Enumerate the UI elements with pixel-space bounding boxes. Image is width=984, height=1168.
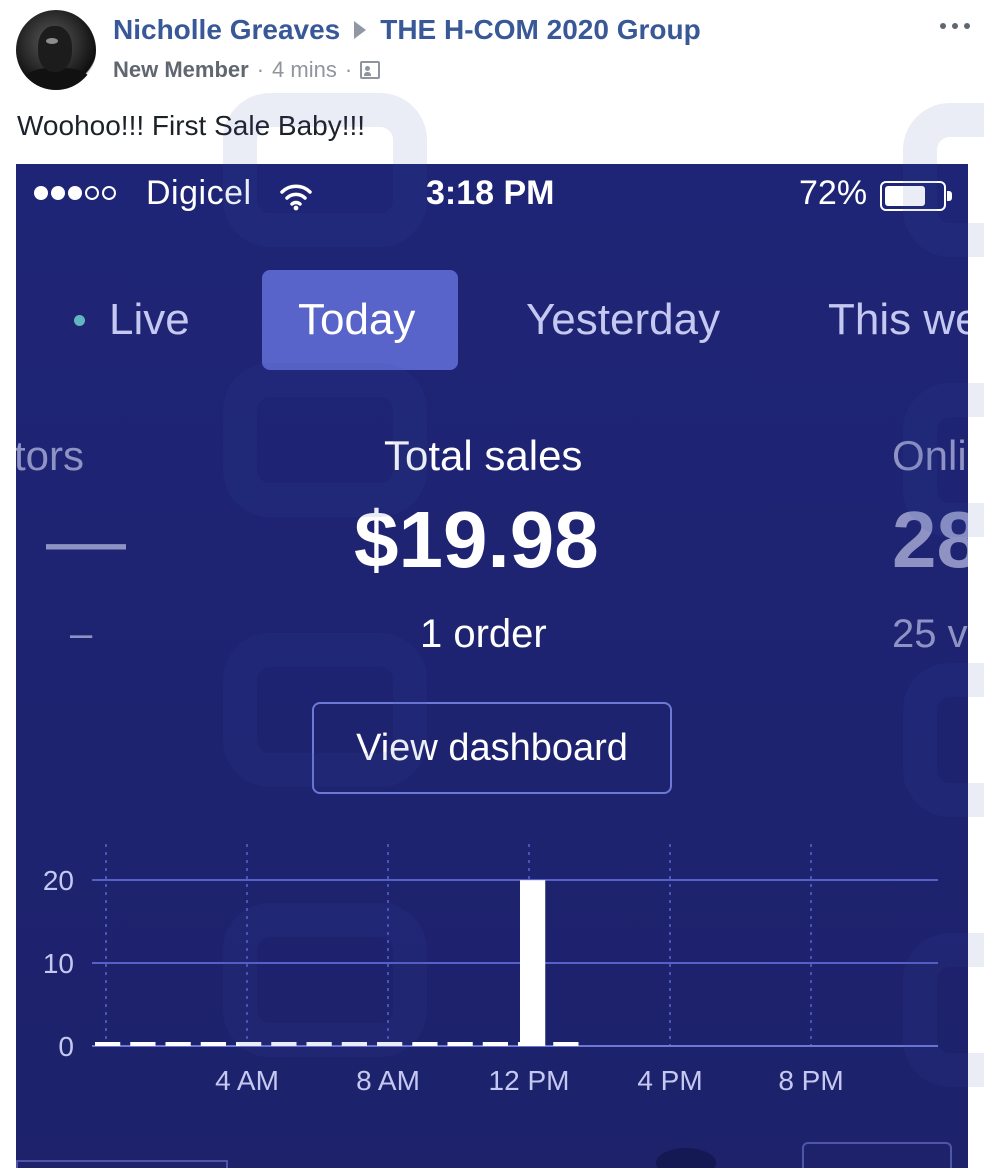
tab-today[interactable]: Today <box>262 270 458 370</box>
view-dashboard-button[interactable]: View dashboard <box>312 702 672 794</box>
online-title: Onli <box>892 432 967 479</box>
orders-count: 1 order <box>420 612 547 656</box>
more-icon[interactable] <box>940 16 970 36</box>
chart-y-tick-label: 20 <box>43 865 74 896</box>
post-text: Woohoo!!! First Sale Baby!!! <box>17 110 366 141</box>
tab-live[interactable]: Live <box>74 270 190 370</box>
visitors-sub: – <box>70 612 93 656</box>
chart-x-tick-label: 8 PM <box>778 1065 843 1096</box>
avatar[interactable] <box>16 10 96 90</box>
author-name-link[interactable]: Nicholle Greaves <box>113 14 340 46</box>
tab-this-week[interactable]: This we <box>828 270 968 370</box>
member-badge: New Member <box>113 57 249 82</box>
chart-x-tick-label: 8 AM <box>356 1065 420 1096</box>
battery-icon <box>880 181 952 211</box>
chart-x-tick-label: 12 PM <box>489 1065 570 1096</box>
total-sales-value: $19.98 <box>354 495 599 584</box>
post-image[interactable]: Digicel 3:18 PM 72% Live Today Yesterday… <box>16 164 968 1168</box>
battery-percent: 72% <box>799 174 868 212</box>
visitors-title: tors <box>16 432 85 479</box>
group-name-link[interactable]: THE H-COM 2020 Group <box>380 14 700 46</box>
tab-yesterday[interactable]: Yesterday <box>526 270 720 370</box>
signal-strength-icon <box>34 186 116 200</box>
separator: · <box>344 57 353 82</box>
total-sales-title: Total sales <box>384 432 583 479</box>
online-sub: 25 v <box>892 612 968 656</box>
post-meta: New Member · 4 mins · <box>113 56 381 84</box>
post-timestamp[interactable]: 4 mins <box>272 57 337 83</box>
sales-chart: 20 10 0 4 AM 8 AM 12 PM 4 PM 8 PM <box>16 824 968 1168</box>
online-value: 28 <box>892 495 968 584</box>
live-dot-icon <box>74 314 85 326</box>
carrier-name: Digicel <box>146 174 252 212</box>
tab-label: This we <box>828 295 968 344</box>
sales-chart-svg: 20 10 0 4 AM 8 AM 12 PM 4 PM 8 PM <box>43 844 938 1096</box>
author-line: Nicholle Greaves THE H-COM 2020 Group <box>113 12 701 48</box>
chart-y-tick-label: 0 <box>58 1031 74 1062</box>
date-range-tabs: Live Today Yesterday This we <box>16 270 968 370</box>
status-time: 3:18 PM <box>426 174 555 212</box>
audience-icon[interactable] <box>360 61 381 79</box>
tab-label: Live <box>109 295 190 344</box>
visitors-value: — <box>46 495 126 584</box>
tab-label: Today <box>298 295 416 344</box>
wifi-icon <box>280 184 312 211</box>
separator: · <box>256 57 265 82</box>
chart-y-tick-label: 10 <box>43 948 74 979</box>
chart-x-tick-label: 4 PM <box>637 1065 702 1096</box>
post-header: Nicholle Greaves THE H-COM 2020 Group Ne… <box>0 0 984 100</box>
status-bar: Digicel 3:18 PM 72% <box>16 164 968 224</box>
chart-bar <box>520 880 546 1046</box>
chevron-right-icon <box>354 21 367 39</box>
tab-label: Yesterday <box>526 295 721 344</box>
chart-x-tick-label: 4 AM <box>215 1065 279 1096</box>
